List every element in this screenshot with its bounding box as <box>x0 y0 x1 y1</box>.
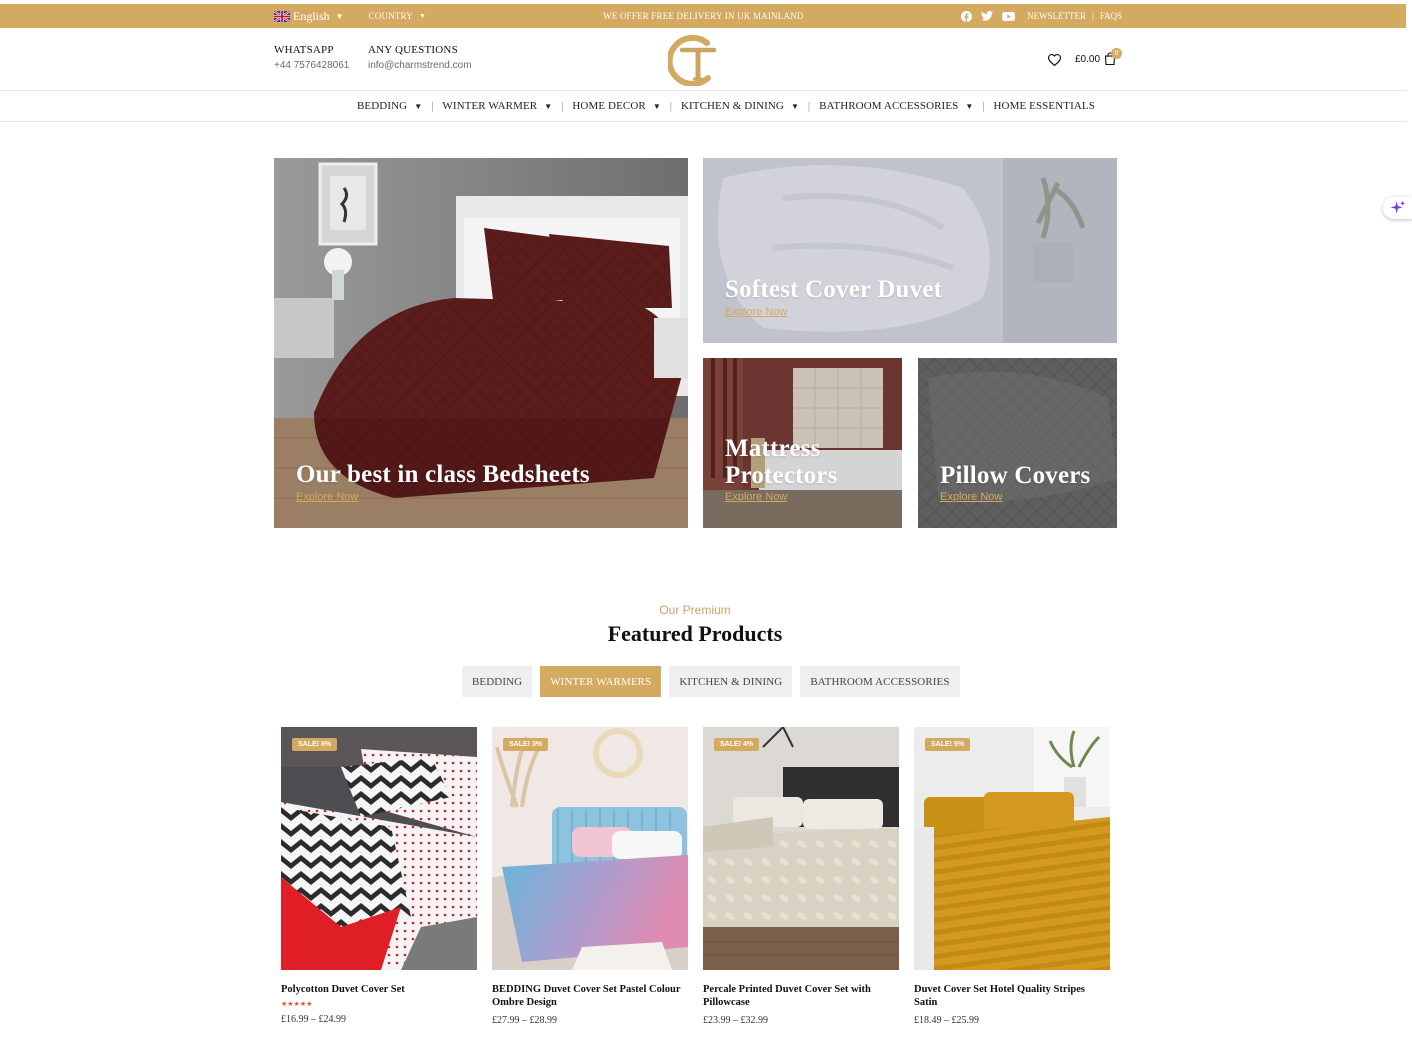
tab-kitchen-dining[interactable]: KITCHEN & DINING <box>669 666 793 697</box>
chevron-down-icon: ▼ <box>419 12 427 20</box>
caret-down-icon: ▼ <box>790 101 800 111</box>
caret-down-icon: ▼ <box>414 101 423 111</box>
product-image <box>281 727 477 970</box>
brand-logo[interactable] <box>668 34 722 86</box>
caret-down-icon: ▼ <box>965 101 974 111</box>
caret-down-icon: ▼ <box>652 101 661 111</box>
nav-item-home-decor[interactable]: HOME DECOR ▼ <box>572 100 660 112</box>
hero-pillow[interactable]: Pillow Covers Explore Now <box>918 358 1117 528</box>
cart-total[interactable]: £0.00 <box>1075 54 1100 65</box>
explore-now-link[interactable]: Explore Now <box>725 306 787 318</box>
nav-item-bedding[interactable]: BEDDING ▼ <box>357 100 422 112</box>
explore-now-link[interactable]: Explore Now <box>296 491 358 503</box>
newsletter-link[interactable]: NEWSLETTER <box>1027 11 1086 21</box>
hero-duvet[interactable]: Softest Cover Duvet Explore Now <box>703 158 1117 343</box>
heart-icon[interactable] <box>1047 53 1062 71</box>
whatsapp-title: WHATSAPP <box>274 44 334 56</box>
product-image <box>703 727 899 970</box>
delivery-notice: WE OFFER FREE DELIVERY IN UK MAINLAND <box>603 11 804 21</box>
caret-down-icon: ▼ <box>335 11 344 21</box>
nav-item-bathroom-accessories[interactable]: BATHROOM ACCESSORIES ▼ <box>819 100 973 112</box>
hero-title: Softest Cover Duvet <box>725 276 943 303</box>
product-name[interactable]: Percale Printed Duvet Cover Set with Pil… <box>703 983 899 1009</box>
product-price: £16.99 – £24.99 <box>281 1014 346 1025</box>
whatsapp-contact[interactable]: WHATSAPP +44 7576428061 <box>274 44 349 71</box>
hero-title: Pillow Covers <box>940 462 1091 489</box>
explore-now-link[interactable]: Explore Now <box>940 491 1002 503</box>
nav-separator: | <box>561 100 564 112</box>
country-label: COUNTRY <box>368 11 413 21</box>
twitter-icon[interactable] <box>981 11 993 21</box>
whatsapp-number: +44 7576428061 <box>274 60 350 71</box>
country-selector[interactable]: COUNTRY ▼ <box>369 11 427 21</box>
facebook-icon[interactable] <box>961 10 972 22</box>
nav-item-label: HOME ESSENTIALS <box>993 100 1095 112</box>
nav-item-winter-warmer[interactable]: WINTER WARMER ▼ <box>442 100 552 112</box>
sparkle-icon <box>1390 200 1405 214</box>
tab-winter-warmers[interactable]: WINTER WARMERS <box>540 666 662 697</box>
site-header: WHATSAPP +44 7576428061 ANY QUESTIONS in… <box>0 28 1406 90</box>
youtube-icon[interactable] <box>1002 11 1015 21</box>
explore-now-link[interactable]: Explore Now <box>725 491 787 503</box>
product-card[interactable]: SALE! 3% BEDDING Duvet Cover Set Pastel … <box>492 727 688 1026</box>
category-tabs: BEDDING WINTER WARMERS KITCHEN & DINING … <box>462 666 960 697</box>
ai-assistant-button[interactable] <box>1383 197 1412 219</box>
section-title: Featured Products <box>607 621 783 646</box>
language-label: English <box>293 8 330 23</box>
caret-down-icon: ▼ <box>544 101 553 111</box>
product-price: £23.99 – £32.99 <box>703 1015 768 1026</box>
nav-item-home-essentials[interactable]: HOME ESSENTIALS <box>994 100 1095 112</box>
product-card[interactable]: SALE! 8% Polycotton Duvet Cover Set ★★★★… <box>281 727 477 1025</box>
questions-title: ANY QUESTIONS <box>368 44 458 56</box>
nav-item-label: KITCHEN & DINING <box>680 100 784 112</box>
top-bar: English ▼ COUNTRY ▼ WE OFFER FREE DELIVE… <box>0 4 1406 28</box>
star-rating: ★★★★★ <box>281 1000 313 1008</box>
nav-separator: | <box>669 100 672 112</box>
product-name[interactable]: Duvet Cover Set Hotel Quality Stripes Sa… <box>914 983 1110 1009</box>
sale-badge: SALE! 5% <box>925 738 971 751</box>
product-name[interactable]: Polycotton Duvet Cover Set <box>281 983 477 996</box>
product-card[interactable]: SALE! 4% Percale Printed Duvet Cover Set… <box>703 727 899 1026</box>
sale-badge: SALE! 4% <box>714 738 760 751</box>
section-kicker: Our Premium <box>659 603 731 617</box>
nav-item-label: BATHROOM ACCESSORIES <box>819 100 959 112</box>
sale-badge: SALE! 8% <box>292 738 338 751</box>
nav-separator: | <box>808 100 811 112</box>
product-image <box>492 727 688 970</box>
product-name[interactable]: BEDDING Duvet Cover Set Pastel Colour Om… <box>492 983 688 1009</box>
faqs-link[interactable]: FAQS <box>1100 11 1122 21</box>
hero-title: Our best in class Bedsheets <box>296 461 590 488</box>
email-address: info@charmstrend.com <box>368 60 472 71</box>
social-links <box>961 10 1015 22</box>
hero-bedsheets[interactable]: Our best in class Bedsheets Explore Now <box>274 158 688 528</box>
product-price: £27.99 – £28.99 <box>492 1015 557 1026</box>
nav-item-label: HOME DECOR <box>572 100 646 112</box>
email-contact[interactable]: ANY QUESTIONS info@charmstrend.com <box>368 44 472 71</box>
sale-badge: SALE! 3% <box>503 738 549 751</box>
product-price: £18.49 – £25.99 <box>914 1015 979 1026</box>
uk-flag-icon <box>274 10 290 22</box>
nav-separator: | <box>431 100 434 112</box>
product-card[interactable]: SALE! 5% Duvet Cover Set Hotel Quality S… <box>914 727 1110 1026</box>
main-nav: BEDDING ▼ | WINTER WARMER ▼ | HOME DECOR ▼ … <box>0 90 1406 122</box>
tab-bedding[interactable]: BEDDING <box>462 666 533 697</box>
product-image <box>914 727 1110 970</box>
hero-mattress[interactable]: Mattress Protectors Explore Now <box>703 358 902 528</box>
language-selector[interactable]: English ▼ <box>274 9 344 24</box>
nav-item-label: WINTER WARMER <box>442 100 538 112</box>
divider: | <box>1092 11 1094 21</box>
nav-item-label: BEDDING <box>357 100 408 112</box>
hero-title: Mattress Protectors <box>725 435 838 489</box>
cart-count-badge: 0 <box>1111 48 1122 59</box>
nav-item-kitchen-dining[interactable]: KITCHEN & DINING ▼ <box>681 100 799 112</box>
nav-separator: | <box>982 100 985 112</box>
tab-bathroom-accessories[interactable]: BATHROOM ACCESSORIES <box>800 666 960 697</box>
